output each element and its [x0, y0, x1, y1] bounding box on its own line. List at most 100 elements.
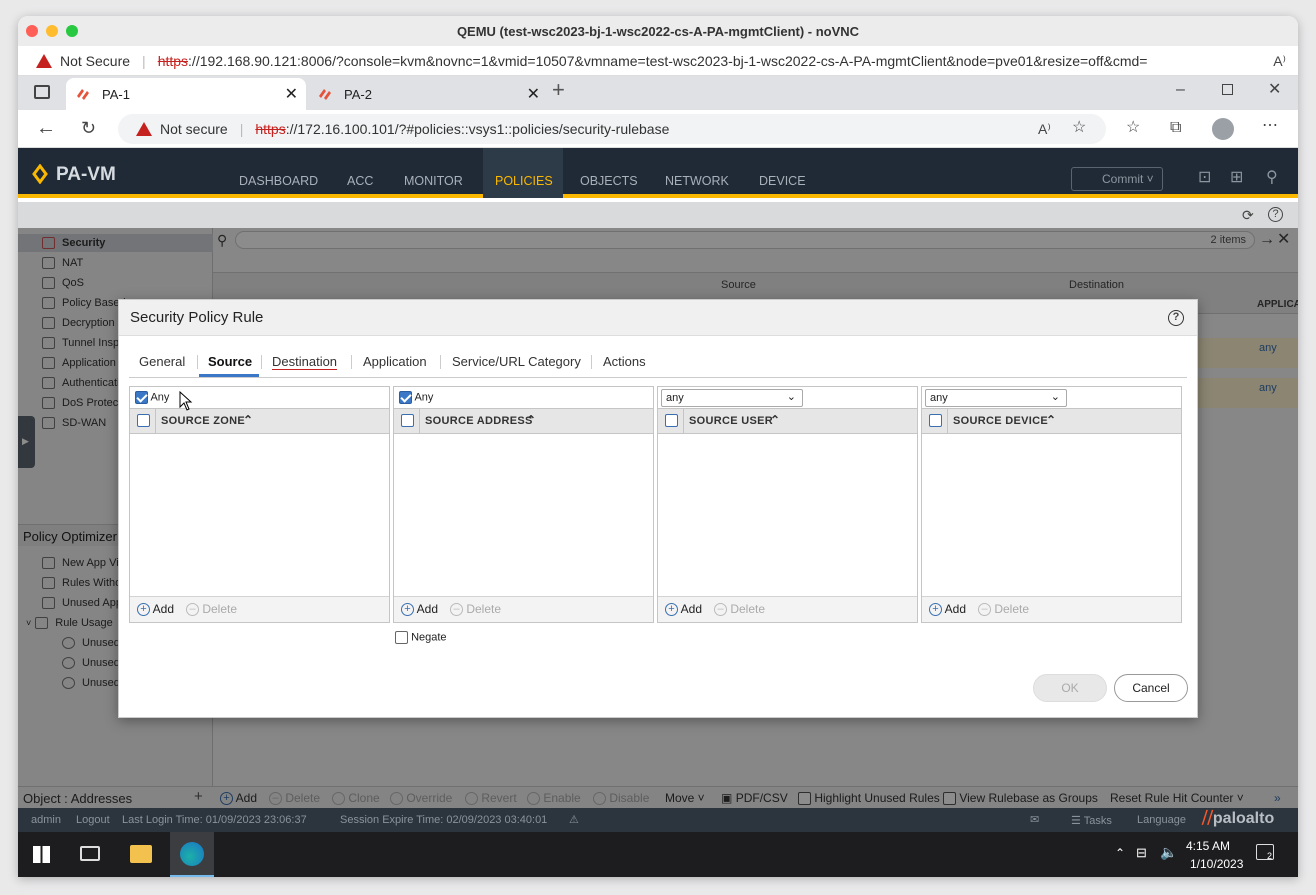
- close-tab-icon[interactable]: ✕: [527, 84, 540, 104]
- tab-source[interactable]: Source: [208, 354, 252, 369]
- minimize-icon[interactable]: –: [1176, 82, 1185, 98]
- mail-icon[interactable]: ✉: [1030, 813, 1039, 826]
- close-tab-icon[interactable]: ✕: [285, 84, 298, 104]
- select-all-checkbox[interactable]: [401, 414, 414, 427]
- lock-icon[interactable]: ⊡: [1198, 170, 1211, 186]
- help-icon[interactable]: ?: [1268, 207, 1283, 222]
- source-device-select[interactable]: any ⌄: [925, 389, 1067, 407]
- tab-label: PA-2: [344, 86, 372, 102]
- refresh-icon[interactable]: ↻: [81, 119, 96, 137]
- zoom-window-button[interactable]: [66, 25, 78, 37]
- show-hidden-icons-icon[interactable]: ⌃: [1115, 846, 1125, 860]
- add-icon: +: [665, 603, 678, 617]
- nav-dashboard[interactable]: DASHBOARD: [239, 174, 318, 188]
- close-icon[interactable]: ✕: [1268, 82, 1281, 98]
- add-button[interactable]: + Add: [401, 602, 438, 617]
- novnc-address-bar[interactable]: Not Secure | https ://192.168.90.121:800…: [18, 46, 1298, 76]
- ok-button[interactable]: OK: [1033, 674, 1107, 702]
- delete-button[interactable]: – Delete: [186, 602, 237, 617]
- logout-link[interactable]: Logout: [76, 814, 110, 826]
- nav-monitor[interactable]: MONITOR: [404, 174, 463, 188]
- negate-checkbox[interactable]: Negate: [395, 631, 447, 644]
- checkbox: [395, 631, 408, 644]
- add-button[interactable]: + Add: [929, 602, 966, 617]
- tab-application[interactable]: Application: [363, 354, 427, 369]
- search-icon[interactable]: ⚲: [1266, 170, 1278, 186]
- sort-up-icon[interactable]: ⌃: [770, 413, 780, 427]
- checkbox: [665, 414, 678, 427]
- tasks-button[interactable]: ☰ Tasks: [1071, 814, 1112, 827]
- select-all-checkbox[interactable]: [665, 414, 678, 427]
- select-all-checkbox[interactable]: [929, 414, 942, 427]
- select-value: any: [930, 392, 948, 404]
- notification-center-icon[interactable]: 2: [1256, 844, 1274, 861]
- network-icon[interactable]: ⊟: [1136, 845, 1147, 861]
- url-scheme: https: [255, 121, 286, 137]
- column-label: SOURCE ZONE: [161, 415, 245, 427]
- sort-up-icon[interactable]: ⌃: [243, 413, 253, 427]
- language-link[interactable]: Language: [1137, 814, 1186, 826]
- profile-avatar[interactable]: [1212, 118, 1234, 140]
- nav-device[interactable]: DEVICE: [759, 174, 806, 188]
- collections-icon[interactable]: ⧉: [1170, 120, 1181, 136]
- source-user-header: SOURCE USER ⌃: [658, 408, 917, 434]
- clock-time[interactable]: 4:15 AM: [1186, 839, 1230, 853]
- tab-actions[interactable]: Actions: [603, 354, 646, 369]
- favorite-add-icon[interactable]: ☆: [1072, 120, 1086, 136]
- tab-actions-icon[interactable]: [34, 85, 50, 99]
- url-scheme: https: [157, 52, 189, 69]
- tab-pa-1[interactable]: PA-1 ✕: [66, 78, 306, 110]
- edge-taskbar-button[interactable]: [170, 832, 214, 877]
- commit-button[interactable]: Commit ˅: [1071, 167, 1163, 191]
- clock-date[interactable]: 1/10/2023: [1190, 857, 1243, 871]
- volume-muted-icon[interactable]: 🔈: [1160, 844, 1177, 861]
- delete-button[interactable]: – Delete: [978, 602, 1029, 617]
- windows-start-icon[interactable]: [33, 846, 50, 863]
- source-zone-header: SOURCE ZONE ⌃: [130, 408, 389, 434]
- help-icon[interactable]: ?: [1168, 310, 1184, 326]
- tab-service-url-category[interactable]: Service/URL Category: [452, 354, 581, 369]
- panel-footer: + Add – Delete: [658, 596, 917, 622]
- delete-button[interactable]: – Delete: [714, 602, 765, 617]
- address-bar[interactable]: Not secure | https ://172.16.100.101/?#p…: [118, 114, 1106, 144]
- nav-objects[interactable]: OBJECTS: [580, 174, 638, 188]
- minimize-window-button[interactable]: [46, 25, 58, 37]
- refresh-icon[interactable]: ⟳: [1242, 207, 1254, 223]
- any-checkbox[interactable]: Any: [135, 391, 169, 404]
- back-icon[interactable]: ←: [36, 118, 56, 138]
- select-all-checkbox[interactable]: [137, 414, 150, 427]
- any-checkbox[interactable]: Any: [399, 391, 433, 404]
- config-icon[interactable]: ⊞: [1230, 170, 1243, 186]
- source-user-select[interactable]: any ⌄: [661, 389, 803, 407]
- nav-policies[interactable]: POLICIES: [495, 174, 553, 188]
- nav-network[interactable]: NETWORK: [665, 174, 729, 188]
- tab-general[interactable]: General: [139, 354, 185, 369]
- task-view-icon[interactable]: [80, 846, 100, 861]
- delete-button[interactable]: – Delete: [450, 602, 502, 617]
- add-button[interactable]: + Add: [665, 602, 702, 617]
- cancel-button[interactable]: Cancel: [1114, 674, 1188, 702]
- add-button[interactable]: + Add: [137, 602, 174, 617]
- pa-subbar: ⟳ ?: [18, 202, 1298, 228]
- tab-destination[interactable]: Destination: [272, 354, 338, 370]
- nav-acc[interactable]: ACC: [347, 174, 373, 188]
- read-aloud-icon[interactable]: A⁾: [1038, 121, 1051, 137]
- pa-header: PA-VM DASHBOARD ACC MONITOR POLICIES OBJ…: [18, 148, 1298, 198]
- restore-icon[interactable]: [1222, 84, 1233, 95]
- sort-up-icon[interactable]: ⌃: [526, 413, 536, 427]
- alert-icon[interactable]: ⚠: [569, 813, 579, 826]
- close-window-button[interactable]: [26, 25, 38, 37]
- tab-pa-2[interactable]: PA-2 ✕: [308, 78, 548, 110]
- read-aloud-icon[interactable]: A⁾: [1273, 53, 1286, 69]
- source-user-panel: any ⌄ SOURCE USER ⌃ + Add – Delete: [657, 386, 918, 623]
- notification-count: 2: [1266, 851, 1272, 861]
- sort-up-icon[interactable]: ⌃: [1046, 413, 1056, 427]
- new-tab-icon[interactable]: +: [552, 79, 565, 101]
- last-login-label: Last Login Time: 01/09/2023 23:06:37: [122, 814, 307, 826]
- source-address-header: SOURCE ADDRESS ⌃: [394, 408, 653, 434]
- add-icon: +: [137, 603, 150, 617]
- favorites-icon[interactable]: ☆: [1126, 120, 1140, 136]
- more-menu-icon[interactable]: ⋯: [1262, 118, 1278, 134]
- file-explorer-icon[interactable]: [130, 845, 152, 863]
- delete-label: Delete: [466, 602, 502, 616]
